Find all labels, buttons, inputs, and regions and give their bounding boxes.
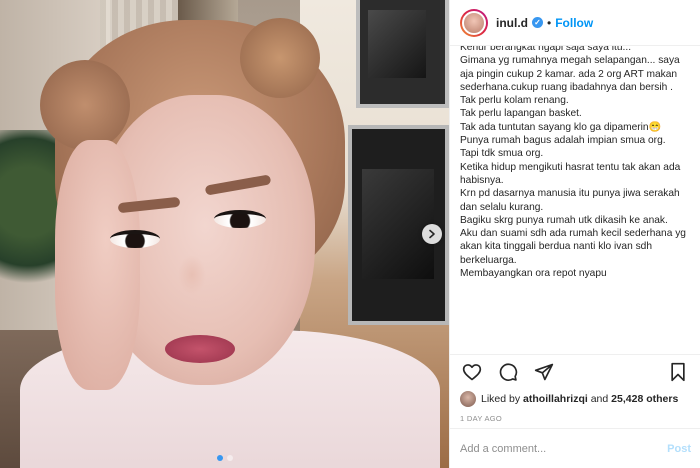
caption-line: Krn pd dasarnya manusia itu punya jiwa s… xyxy=(460,188,680,213)
post-header: inul.d ✓ • Follow xyxy=(450,0,700,46)
like-button[interactable] xyxy=(460,360,484,384)
caption-line: Bagiku skrg punya rumah utk dikasih ke a… xyxy=(460,214,668,226)
caption-line: Tak ada tuntutan sayang klo ga dipamerin… xyxy=(460,121,662,133)
share-button[interactable] xyxy=(532,360,556,384)
post-photo[interactable] xyxy=(0,0,449,468)
comment-form: Post xyxy=(450,428,700,468)
carousel-dot xyxy=(226,455,233,461)
verified-badge-icon: ✓ xyxy=(532,17,543,28)
caption-line: Kenur berangkat ngapi saja saya itu... xyxy=(460,46,632,53)
post-side-panel: inul.d ✓ • Follow Kenur berangkat ngapi … xyxy=(449,0,700,468)
photo-subject xyxy=(110,230,160,248)
post-comment-button[interactable]: Post xyxy=(667,443,691,455)
follow-button[interactable]: Follow xyxy=(555,16,593,30)
caption-line: Tapi tdk smua org. xyxy=(460,148,544,160)
liker-avatar xyxy=(460,391,476,407)
likes-count-link[interactable]: 25,428 others xyxy=(611,393,678,405)
username-link[interactable]: inul.d xyxy=(496,16,528,30)
caption-line: Membayangkan ora repot nyapu xyxy=(460,268,607,280)
caption-line: Tak perlu lapangan basket. xyxy=(460,108,582,120)
chevron-right-icon xyxy=(429,229,435,239)
likes-and: and xyxy=(590,393,609,405)
photo-subject xyxy=(55,140,140,390)
caption-line: Aku dan suami sdh ada rumah kecil sederh… xyxy=(460,228,686,266)
post-caption: Kenur berangkat ngapi saja saya itu... G… xyxy=(450,46,700,354)
photo-subject xyxy=(40,60,130,150)
separator-dot: • xyxy=(547,15,552,30)
caption-line: Tak perlu kolam renang. xyxy=(460,95,569,107)
carousel-next-button[interactable] xyxy=(422,224,442,244)
share-icon xyxy=(534,363,554,380)
photo-subject xyxy=(240,18,320,98)
photo-subject xyxy=(165,335,235,363)
caption-line: Punya rumah bagus adalah impian smua org… xyxy=(460,135,666,147)
comment-button[interactable] xyxy=(496,360,520,384)
comment-icon xyxy=(499,362,518,381)
post-timestamp[interactable]: 1 DAY AGO xyxy=(450,410,700,428)
avatar[interactable] xyxy=(460,8,488,37)
heart-icon xyxy=(462,363,482,380)
photo-subject xyxy=(214,210,266,228)
caption-line: Gimana yg rumahnya megah selapangan... s… xyxy=(460,55,680,93)
carousel-indicator xyxy=(0,455,449,461)
bookmark-icon xyxy=(671,362,685,381)
caption-line: Ketika hidup mengikuti hasrat tentu tak … xyxy=(460,161,681,186)
liker-username-link[interactable]: athoillahrizqi xyxy=(523,393,588,405)
carousel-dot-active xyxy=(216,455,223,461)
post-actions xyxy=(450,354,700,388)
avatar-image xyxy=(462,10,486,35)
save-button[interactable] xyxy=(666,360,690,384)
likes-summary: Liked by athoillahrizqi and 25,428 other… xyxy=(450,388,700,410)
photo-background xyxy=(356,0,449,108)
photo-subject xyxy=(178,255,206,295)
comment-input[interactable] xyxy=(460,442,668,455)
likes-prefix: Liked by xyxy=(481,393,521,405)
